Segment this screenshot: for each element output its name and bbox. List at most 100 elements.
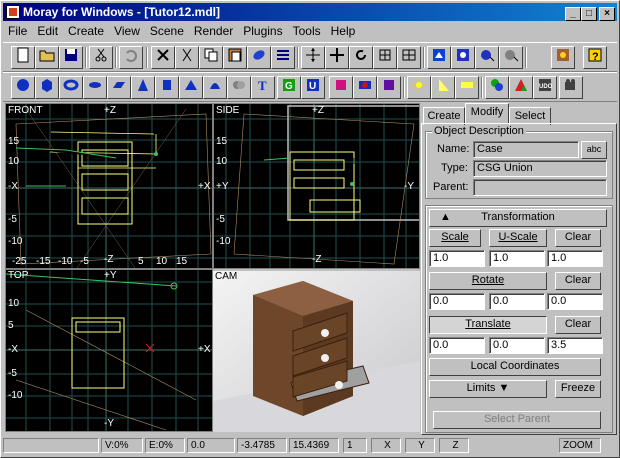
area-light-icon[interactable] (455, 76, 479, 99)
select-all-icon[interactable] (301, 46, 325, 69)
cut-icon[interactable] (89, 46, 113, 69)
difference-icon[interactable] (377, 76, 401, 99)
toolbar-separator (525, 47, 527, 68)
paste-icon[interactable] (223, 46, 247, 69)
camera-object-icon[interactable] (559, 76, 583, 99)
top-right-axis: +X (198, 344, 211, 355)
translate-y-field[interactable]: 0.0 (489, 337, 545, 354)
menu-create[interactable]: Create (63, 22, 109, 40)
rotate-icon[interactable] (349, 46, 373, 69)
open-icon[interactable] (35, 46, 59, 69)
udo-icon[interactable]: UDO (533, 76, 557, 99)
title-bar[interactable]: Moray for Windows - [Tutor12.mdl] _ □ × (3, 3, 617, 21)
select-parent-button[interactable]: Select Parent (433, 411, 601, 429)
status-y-axis[interactable]: Y (405, 438, 435, 453)
local-coordinates-button[interactable]: Local Coordinates (429, 358, 601, 376)
menu-edit[interactable]: Edit (32, 22, 63, 40)
undo-icon[interactable] (119, 46, 143, 69)
rotate-button[interactable]: Rotate (429, 272, 547, 290)
menu-render[interactable]: Render (189, 22, 238, 40)
properties-panel: Create Modify Select Object Description … (421, 103, 617, 435)
new-icon[interactable] (11, 46, 35, 69)
toolbar-separator (481, 77, 483, 98)
texture-icon[interactable] (509, 76, 533, 99)
top-left-axis: -X (8, 344, 18, 355)
copy-icon[interactable] (199, 46, 223, 69)
text-icon[interactable]: T (251, 76, 275, 99)
materials-icon[interactable] (485, 76, 509, 99)
camera-viewport[interactable]: CAM (213, 271, 420, 432)
name-label: Name: (437, 143, 470, 155)
duplicate-icon[interactable] (247, 46, 271, 69)
status-zoom[interactable]: ZOOM (559, 438, 601, 453)
transformation-header[interactable]: ▲ Transformation (429, 209, 607, 227)
help-icon[interactable]: ? (583, 46, 607, 69)
cylinder-icon[interactable] (155, 76, 179, 99)
group-icon[interactable]: G (277, 76, 301, 99)
side-y-tick: -5 (216, 214, 225, 225)
save-icon[interactable] (59, 46, 83, 69)
spot-light-icon[interactable] (431, 76, 455, 99)
intersection-icon[interactable] (353, 76, 377, 99)
settings-icon[interactable] (551, 46, 575, 69)
grid-icon[interactable] (397, 46, 421, 69)
union-icon[interactable]: U (301, 76, 325, 99)
rotate-z-field[interactable]: 0.0 (547, 293, 603, 310)
menu-help[interactable]: Help (326, 22, 361, 40)
front-viewport[interactable]: FRONT +Z -Z -X +X 15 10 -5 -10 -25 -15 -… (5, 103, 213, 269)
tab-modify[interactable]: Modify (465, 103, 509, 123)
prism-icon[interactable] (179, 76, 203, 99)
limits-button[interactable]: Limits ▼ (429, 380, 547, 398)
translate-button[interactable]: Translate (429, 316, 547, 334)
close-button[interactable]: × (599, 7, 615, 21)
maximize-button[interactable]: □ (581, 7, 597, 21)
scale-y-field[interactable]: 1.0 (489, 250, 545, 267)
uscale-button[interactable]: U-Scale (489, 229, 547, 247)
menu-file[interactable]: File (3, 22, 32, 40)
scissors-icon[interactable] (175, 46, 199, 69)
cone-icon[interactable] (131, 76, 155, 99)
translate-clear-button[interactable]: Clear (555, 316, 601, 334)
status-x-axis[interactable]: X (371, 438, 401, 453)
blob-icon[interactable] (227, 76, 251, 99)
name-field[interactable]: Case (473, 141, 579, 158)
csg-icon[interactable] (329, 76, 353, 99)
scale-button[interactable]: Scale (429, 229, 481, 247)
scale-z-field[interactable]: 1.0 (547, 250, 603, 267)
scale-icon[interactable] (373, 46, 397, 69)
translate-x-field[interactable]: 0.0 (429, 337, 485, 354)
rotate-x-field[interactable]: 0.0 (429, 293, 485, 310)
translate-z-field[interactable]: 3.5 (547, 337, 603, 354)
plane-icon[interactable] (107, 76, 131, 99)
scale-clear-button[interactable]: Clear (555, 229, 601, 247)
side-viewport[interactable]: SIDE +Z -Z +Y -Y 15 10 -5 -10 (213, 103, 420, 269)
app-icon[interactable] (6, 5, 20, 19)
lathe-icon[interactable] (203, 76, 227, 99)
menu-plugins[interactable]: Plugins (238, 22, 287, 40)
render-icon[interactable] (451, 46, 475, 69)
abc-button[interactable]: abc (581, 141, 607, 159)
disc-icon[interactable] (83, 76, 107, 99)
status-grid[interactable]: 1 (343, 438, 367, 453)
status-bar: V:0% E:0% 0.0 -3.4785 15.4369 1 X Y Z ZO… (3, 437, 617, 455)
torus-icon[interactable] (59, 76, 83, 99)
render-view-icon[interactable] (427, 46, 451, 69)
scale-x-field[interactable]: 1.0 (429, 250, 485, 267)
top-viewport[interactable]: TOP +Y -Y -X +X 10 5 -5 -10 (5, 269, 213, 432)
cube-icon[interactable] (35, 76, 59, 99)
rotate-clear-button[interactable]: Clear (555, 272, 601, 290)
menu-scene[interactable]: Scene (145, 22, 189, 40)
camera-icon[interactable] (475, 46, 499, 69)
sphere-icon[interactable] (11, 76, 35, 99)
minimize-button[interactable]: _ (565, 7, 581, 21)
move-icon[interactable] (325, 46, 349, 69)
status-z-axis[interactable]: Z (439, 438, 469, 453)
menu-tools[interactable]: Tools (288, 22, 326, 40)
properties-icon[interactable] (271, 46, 295, 69)
delete-icon[interactable] (151, 46, 175, 69)
menu-view[interactable]: View (109, 22, 145, 40)
rotate-y-field[interactable]: 0.0 (489, 293, 545, 310)
point-light-icon[interactable] (407, 76, 431, 99)
freeze-button[interactable]: Freeze (555, 380, 601, 398)
light-icon[interactable] (499, 46, 523, 69)
